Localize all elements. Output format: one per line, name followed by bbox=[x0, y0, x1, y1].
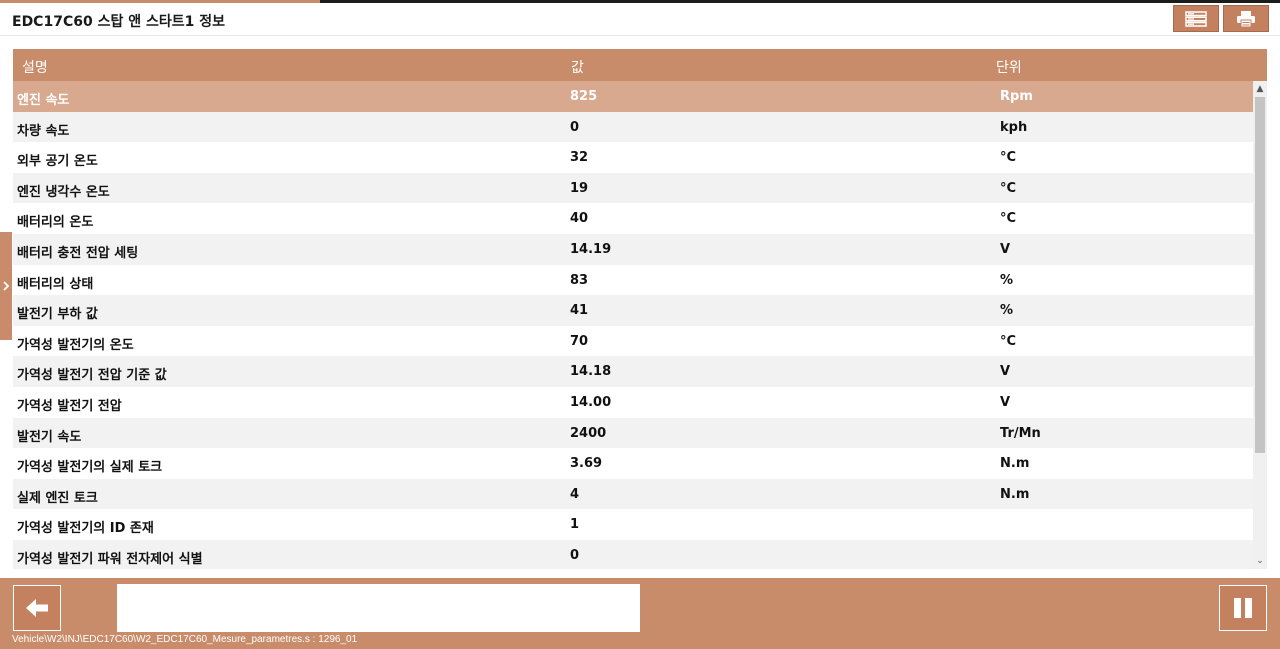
table-row[interactable]: 배터리의 온도 40 °C bbox=[13, 203, 1253, 234]
row-unit: Tr/Mn bbox=[1000, 425, 1041, 441]
table-row[interactable]: 배터리 충전 전압 세팅 14.19 V bbox=[13, 233, 1253, 265]
row-unit: Rpm bbox=[1000, 89, 1033, 104]
row-value: 19 bbox=[570, 180, 589, 196]
table-header: 설명 값 단위 bbox=[13, 49, 1267, 81]
row-description: 가역성 발전기의 실제 토크 bbox=[17, 460, 163, 476]
page-title: EDC17C60 스탑 앤 스타트1 정보 bbox=[12, 14, 225, 30]
row-value: 83 bbox=[570, 272, 589, 288]
row-unit: V bbox=[1000, 394, 1011, 410]
scroll-down-arrow-icon[interactable]: ⌄ bbox=[1253, 555, 1267, 567]
row-unit: V bbox=[1000, 364, 1011, 380]
row-description: 배터리 충전 전압 세팅 bbox=[17, 245, 139, 261]
row-description: 배터리의 상태 bbox=[17, 276, 94, 292]
list-icon bbox=[1185, 10, 1207, 27]
column-header-unit[interactable]: 단위 bbox=[996, 57, 1022, 77]
file-path-label: Vehicle\W2\INJ\EDC17C60\W2_EDC17C60_Mesu… bbox=[12, 634, 358, 645]
status-display bbox=[117, 584, 640, 632]
row-value: 4 bbox=[570, 486, 580, 502]
table-row[interactable]: 발전기 부하 값 41% bbox=[13, 295, 1253, 326]
table-row[interactable]: 가역성 발전기의 ID 존재 1 bbox=[13, 509, 1253, 540]
row-description: 실제 엔진 토크 bbox=[17, 490, 98, 506]
chevron-right-icon bbox=[3, 281, 10, 291]
vertical-scrollbar[interactable]: ▲ ⌄ bbox=[1253, 81, 1267, 569]
row-value: 825 bbox=[570, 89, 598, 104]
title-bar: EDC17C60 스탑 앤 스타트1 정보 bbox=[0, 3, 1280, 36]
pause-button[interactable] bbox=[1219, 585, 1267, 631]
table-body: 엔진 속도 825 Rpm 차량 속도 0 kph 외부 공기 온도 32 °C 엔진 냉각… bbox=[13, 81, 1253, 569]
table-row[interactable]: 배터리의 상태 83% bbox=[13, 264, 1253, 296]
table-row[interactable]: 실제 엔진 토크 4 N.m bbox=[13, 478, 1253, 510]
column-header-value[interactable]: 값 bbox=[571, 57, 584, 77]
row-value: 1 bbox=[570, 517, 580, 533]
parameters-table: 설명 값 단위 엔진 속도 825 Rpm 차량 속도 0 kph 외부 공기 온도 32… bbox=[13, 49, 1267, 569]
table-row[interactable]: 외부 공기 온도 32 °C bbox=[13, 142, 1253, 173]
footer-bar: Vehicle\W2\INJ\EDC17C60\W2_EDC17C60_Mesu… bbox=[0, 578, 1280, 649]
table-row[interactable]: 가역성 발전기 파워 전자제어 식별 0 bbox=[13, 539, 1253, 569]
row-value: 32 bbox=[570, 150, 589, 166]
printer-icon bbox=[1237, 10, 1255, 27]
print-button[interactable] bbox=[1223, 5, 1269, 32]
table-row[interactable]: 엔진 냉각수 온도 19 °C bbox=[13, 172, 1253, 204]
row-description: 발전기 부하 값 bbox=[17, 307, 98, 323]
row-description: 가역성 발전기 전압 bbox=[17, 398, 122, 414]
row-value: 41 bbox=[570, 303, 589, 319]
row-description: 가역성 발전기 파워 전자제어 식별 bbox=[17, 551, 203, 567]
row-description: 발전기 속도 bbox=[17, 429, 82, 445]
row-unit: N.m bbox=[1000, 456, 1030, 472]
row-unit: °C bbox=[1000, 211, 1017, 227]
row-description: 가역성 발전기의 온도 bbox=[17, 337, 134, 353]
row-unit: °C bbox=[1000, 150, 1017, 166]
row-description: 엔진 냉각수 온도 bbox=[17, 184, 110, 200]
row-description: 가역성 발전기의 ID 존재 bbox=[17, 521, 154, 537]
side-panel-toggle[interactable] bbox=[0, 232, 12, 340]
row-value: 14.19 bbox=[570, 241, 612, 257]
pause-icon bbox=[1234, 598, 1252, 618]
row-unit: N.m bbox=[1000, 486, 1030, 502]
row-value: 40 bbox=[570, 211, 589, 227]
row-value: 14.00 bbox=[570, 394, 612, 410]
row-description: 차량 속도 bbox=[17, 123, 70, 139]
scrollbar-thumb[interactable] bbox=[1255, 97, 1265, 453]
row-unit: % bbox=[1000, 272, 1014, 288]
table-row[interactable]: 가역성 발전기의 온도 70 °C bbox=[13, 325, 1253, 357]
table-row[interactable]: 가역성 발전기 전압 기준 값 14.18 V bbox=[13, 356, 1253, 387]
row-description: 가역성 발전기 전압 기준 값 bbox=[17, 368, 167, 384]
list-view-button[interactable] bbox=[1173, 5, 1219, 32]
row-description: 외부 공기 온도 bbox=[17, 154, 98, 170]
row-value: 0 bbox=[570, 547, 580, 563]
table-row[interactable]: 가역성 발전기의 실제 토크 3.69 N.m bbox=[13, 448, 1253, 479]
row-unit: kph bbox=[1000, 119, 1028, 135]
row-unit: % bbox=[1000, 303, 1014, 319]
table-row[interactable]: 발전기 속도 2400 Tr/Mn bbox=[13, 417, 1253, 449]
row-value: 70 bbox=[570, 333, 589, 349]
column-header-description[interactable]: 설명 bbox=[22, 57, 48, 77]
row-description: 엔진 속도 bbox=[17, 93, 70, 108]
arrow-left-icon bbox=[26, 599, 48, 617]
table-row[interactable]: 엔진 속도 825 Rpm bbox=[13, 81, 1253, 112]
row-value: 3.69 bbox=[570, 456, 603, 472]
row-unit: °C bbox=[1000, 180, 1017, 196]
row-value: 2400 bbox=[570, 425, 607, 441]
table-row[interactable]: 차량 속도 0 kph bbox=[13, 111, 1253, 143]
table-row[interactable]: 가역성 발전기 전압 14.00 V bbox=[13, 386, 1253, 418]
scroll-up-arrow-icon[interactable]: ▲ bbox=[1253, 83, 1267, 95]
row-value: 0 bbox=[570, 119, 580, 135]
row-description: 배터리의 온도 bbox=[17, 215, 94, 231]
back-button[interactable] bbox=[13, 585, 61, 631]
row-value: 14.18 bbox=[570, 364, 612, 380]
row-unit: °C bbox=[1000, 333, 1017, 349]
row-unit: V bbox=[1000, 241, 1011, 257]
